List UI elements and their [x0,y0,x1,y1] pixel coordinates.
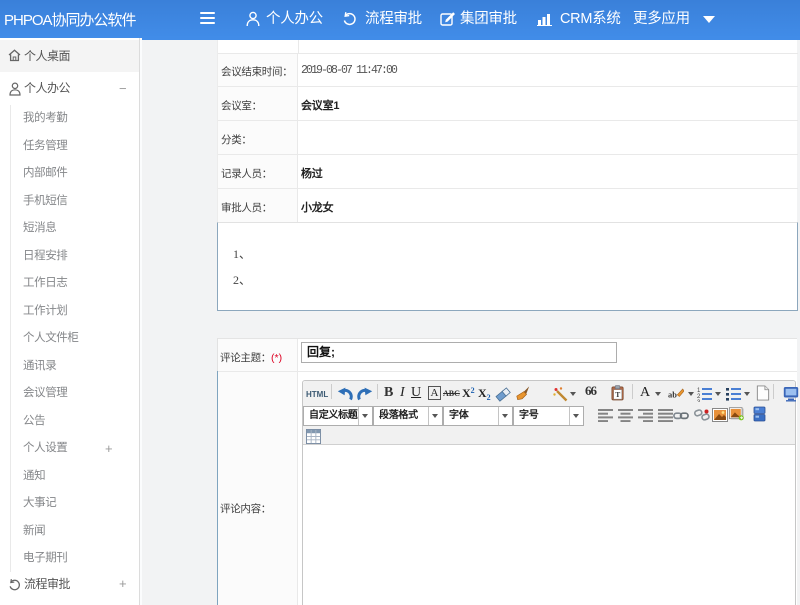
svg-text:3: 3 [697,400,701,402]
svg-text:T: T [615,390,620,399]
svg-text:ab: ab [668,389,677,399]
